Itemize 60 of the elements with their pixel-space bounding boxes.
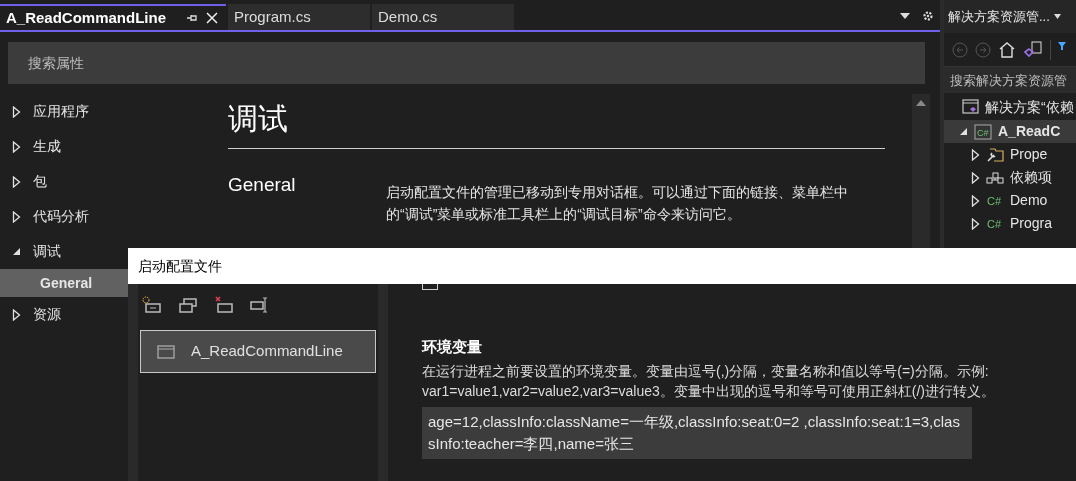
collapsed-arrow-icon[interactable] <box>970 194 980 207</box>
collapsed-arrow-icon[interactable] <box>12 140 21 153</box>
profile-list-item[interactable]: A_ReadCommandLine <box>140 330 376 373</box>
nav-item[interactable]: 包 <box>0 164 210 199</box>
collapsed-arrow-icon[interactable] <box>12 175 21 188</box>
nav-item[interactable]: 资源 <box>0 297 210 332</box>
expanded-arrow-icon[interactable] <box>12 247 21 256</box>
panel-title: 解决方案资源管... <box>948 7 1050 26</box>
tree-item-label: Demo <box>1010 191 1048 210</box>
solution-icon <box>962 98 980 116</box>
settings-icon[interactable] <box>922 10 934 22</box>
environment-variables-field[interactable]: age=12,classInfo:className=一年级,classInfo:seat:0=2 ,classInfo:seat:1=3,classInfo:teacher=李四,name=张三 <box>422 406 972 459</box>
tree-item-label: A_ReadC <box>998 122 1061 141</box>
tree-item[interactable]: 依赖项 <box>944 166 1076 189</box>
collapsed-arrow-icon[interactable] <box>12 105 21 118</box>
expanded-arrow-icon[interactable] <box>958 127 968 136</box>
nav-item[interactable]: 代码分析 <box>0 199 210 234</box>
tree-item-label: 解决方案“依赖 <box>985 97 1074 117</box>
wrench-folder-icon <box>986 146 1004 163</box>
close-icon[interactable] <box>206 12 218 24</box>
tree-item[interactable]: C# Demo <box>944 189 1076 212</box>
page-title: 调试 <box>228 101 289 137</box>
help-text: 在运行进程之前要设置的环境变量。变量由逗号(,)分隔，变量名称和值以等号(=)分隔。示例: var1=value1,var2=value2,var3=value3。变量中出现的逗号和等号可使用正斜杠(/)进行转义。 <box>422 361 996 401</box>
tree-item[interactable]: C# A_ReadC <box>944 120 1076 143</box>
collapsed-arrow-icon[interactable] <box>970 217 980 230</box>
duplicate-profile-icon[interactable] <box>178 296 198 314</box>
delete-profile-icon[interactable] <box>214 296 234 314</box>
window-icon <box>157 344 175 359</box>
dependencies-icon <box>986 170 1004 185</box>
description-text: 启动配置文件的管理已移动到专用对话框。可以通过下面的链接、菜单栏中的“调试”菜单或标准工具栏上的“调试目标”命令来访问它。 <box>386 183 849 224</box>
collapsed-arrow-icon[interactable] <box>970 171 980 184</box>
solution-view-icon[interactable] <box>1023 40 1043 59</box>
nav-item[interactable]: 应用程序 <box>0 94 210 129</box>
scroll-up-icon[interactable] <box>916 100 926 106</box>
rename-profile-icon[interactable] <box>250 296 270 314</box>
dropdown-icon[interactable] <box>1053 14 1061 19</box>
csharp-file-icon: C# <box>986 216 1004 231</box>
section-heading: General <box>228 173 297 197</box>
search-field[interactable]: 搜索属性 <box>8 42 925 84</box>
tree-item[interactable]: Prope <box>944 143 1076 166</box>
tree-item-label: Prope <box>1010 145 1048 164</box>
csharp-project-icon: C# <box>974 123 992 140</box>
home-icon[interactable] <box>998 41 1016 58</box>
nav-item[interactable]: 生成 <box>0 129 210 164</box>
document-tab[interactable]: Demo.cs <box>372 4 514 30</box>
new-profile-icon[interactable] <box>142 296 162 314</box>
dropdown-icon[interactable] <box>900 13 910 19</box>
csharp-file-icon: C# <box>986 193 1004 208</box>
tree-item[interactable]: 解决方案“依赖 <box>944 94 1076 120</box>
checkbox[interactable] <box>422 284 438 290</box>
tree-item[interactable]: C# Progra <box>944 212 1076 235</box>
section-heading: 环境变量 <box>422 337 483 357</box>
tree-item-label: 依赖项 <box>1010 168 1052 187</box>
collapsed-arrow-icon[interactable] <box>12 308 21 321</box>
collapsed-arrow-icon[interactable] <box>970 148 980 161</box>
tree-item-label: Progra <box>1010 214 1053 233</box>
collapsed-arrow-icon[interactable] <box>12 210 21 223</box>
search-field[interactable]: 搜索解决方案资源管 <box>944 67 1076 93</box>
document-tab[interactable]: Program.cs <box>228 4 370 30</box>
pin-icon[interactable] <box>186 12 198 24</box>
